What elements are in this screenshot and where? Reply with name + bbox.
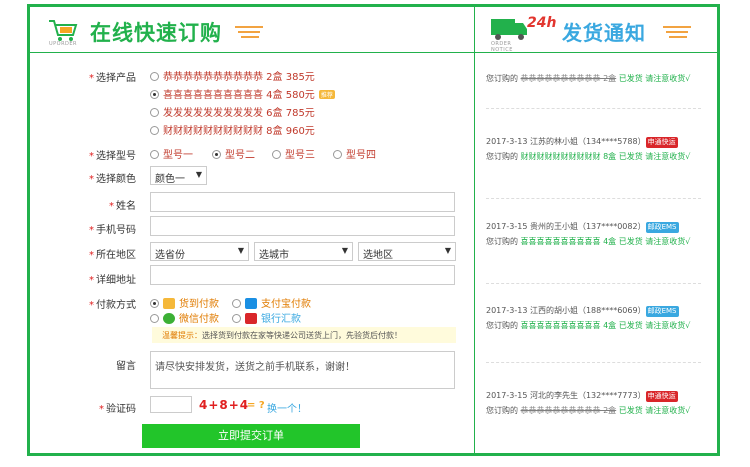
radio-checked-icon[interactable] bbox=[150, 90, 159, 99]
address-input[interactable] bbox=[150, 265, 455, 285]
radio-icon[interactable] bbox=[232, 314, 241, 323]
province-select[interactable]: 选省份 ▼ bbox=[150, 242, 249, 261]
radio-icon[interactable] bbox=[150, 108, 159, 117]
cash-icon bbox=[163, 298, 175, 309]
captcha-input[interactable] bbox=[150, 396, 192, 413]
unionpay-icon bbox=[245, 313, 257, 324]
payment-cod[interactable]: 货到付款 bbox=[150, 295, 219, 310]
product-label: * 选择产品 bbox=[89, 73, 136, 84]
color-select[interactable]: 颜色一 ▼ bbox=[150, 166, 207, 185]
radio-checked-icon[interactable] bbox=[150, 299, 159, 308]
feed-item-1: 您订购的 恭恭恭恭恭恭恭恭恭恭 2盒 已发货 请注意收货√ bbox=[486, 74, 691, 83]
24h-badge: 24h bbox=[527, 15, 557, 31]
model-option-3[interactable]: 型号三 bbox=[272, 146, 315, 161]
notice-title-decoration bbox=[663, 26, 691, 41]
model-option-1[interactable]: 型号一 bbox=[150, 146, 193, 161]
feed-item-5: 2017-3-15 河北的李先生（132****7773） 申通快运 您订购的 恭… bbox=[486, 391, 691, 415]
region-label: * 所在地区 bbox=[89, 250, 136, 261]
caret-down-icon: ▼ bbox=[237, 246, 244, 255]
feed-item-3: 2017-3-15 贵州的王小姐（137****0082） 邮政EMS 您订购的 … bbox=[486, 222, 691, 246]
alipay-icon bbox=[245, 298, 257, 309]
name-label: * 姓名 bbox=[109, 201, 136, 212]
title-decoration bbox=[235, 26, 263, 41]
feed-divider bbox=[486, 283, 701, 284]
model-option-4[interactable]: 型号四 bbox=[333, 146, 376, 161]
recommend-badge: 推荐 bbox=[318, 90, 335, 99]
radio-icon[interactable] bbox=[333, 150, 342, 159]
payment-tip: 温馨提示：选择货到付款在家等快递公司送货上门，先验货后付款！ bbox=[152, 327, 456, 343]
notice-header: 24h ORDER NOTICE 发货通知 bbox=[474, 7, 717, 53]
carrier-badge: 邮政EMS bbox=[645, 222, 679, 233]
message-textarea[interactable]: 请尽快安排发货，送货之前手机联系，谢谢！ bbox=[150, 351, 455, 389]
message-label: 留言 bbox=[116, 361, 136, 372]
radio-icon[interactable] bbox=[150, 72, 159, 81]
notice-logo-text: ORDER NOTICE bbox=[491, 41, 513, 53]
product-option-2[interactable]: 喜喜喜喜喜喜喜喜喜喜 4盒 580元 推荐 bbox=[150, 86, 335, 101]
order-title: 在线快速订购 bbox=[90, 21, 222, 45]
feed-divider bbox=[486, 198, 701, 199]
wechat-icon bbox=[163, 313, 175, 324]
order-header: UPORDER 在线快速订购 bbox=[30, 7, 474, 53]
logo-text: UPORDER bbox=[48, 41, 78, 47]
caret-down-icon: ▼ bbox=[444, 246, 451, 255]
feed-item-4: 2017-3-13 江西的胡小姐（188****6069） 邮政EMS 您订购的 … bbox=[486, 306, 691, 330]
model-label: * 选择型号 bbox=[89, 151, 136, 162]
payment-wechat[interactable]: 微信付款 bbox=[150, 310, 219, 325]
feed-divider bbox=[486, 362, 701, 363]
radio-icon[interactable] bbox=[150, 126, 159, 135]
model-option-2[interactable]: 型号二 bbox=[212, 146, 255, 161]
phone-input[interactable] bbox=[150, 216, 455, 236]
address-label: * 详细地址 bbox=[89, 275, 136, 286]
order-panel: UPORDER 在线快速订购 24h ORDER NOTICE 发货通知 * 选择… bbox=[27, 4, 720, 456]
radio-icon[interactable] bbox=[150, 150, 159, 159]
feed-item-2: 2017-3-13 江苏的林小姐（134****5788） 申通快运 您订购的 财… bbox=[486, 137, 691, 161]
captcha-expression: 4+8+4 bbox=[199, 398, 250, 412]
carrier-badge: 申通快运 bbox=[645, 137, 678, 148]
captcha-refresh-link[interactable]: 换一个！ bbox=[267, 400, 307, 415]
radio-checked-icon[interactable] bbox=[212, 150, 221, 159]
radio-icon[interactable] bbox=[232, 299, 241, 308]
caret-down-icon: ▼ bbox=[341, 246, 348, 255]
name-input[interactable] bbox=[150, 192, 455, 212]
product-option-4[interactable]: 财财财财财财财财财财 8盒 960元 bbox=[150, 122, 315, 137]
city-select[interactable]: 选城市 ▼ bbox=[254, 242, 353, 261]
payment-bank[interactable]: 银行汇款 bbox=[232, 310, 301, 325]
submit-order-button[interactable]: 立即提交订单 bbox=[142, 424, 360, 448]
product-option-1[interactable]: 恭恭恭恭恭恭恭恭恭恭 2盒 385元 bbox=[150, 68, 315, 83]
district-select[interactable]: 选地区 ▼ bbox=[358, 242, 456, 261]
radio-icon[interactable] bbox=[150, 314, 159, 323]
notice-title: 发货通知 bbox=[562, 21, 646, 45]
carrier-badge: 邮政EMS bbox=[645, 306, 679, 317]
phone-label: * 手机号码 bbox=[89, 225, 136, 236]
captcha-label: * 验证码 bbox=[99, 404, 136, 415]
captcha-question: = ? bbox=[247, 400, 265, 411]
column-divider bbox=[474, 53, 475, 453]
color-label: * 选择颜色 bbox=[89, 174, 136, 185]
carrier-badge: 申通快运 bbox=[645, 391, 678, 402]
payment-alipay[interactable]: 支付宝付款 bbox=[232, 295, 311, 310]
radio-icon[interactable] bbox=[272, 150, 281, 159]
product-option-3[interactable]: 发发发发发发发发发发 6盒 785元 bbox=[150, 104, 315, 119]
feed-divider bbox=[486, 108, 701, 109]
caret-down-icon: ▼ bbox=[195, 170, 202, 179]
payment-label: * 付款方式 bbox=[89, 300, 136, 311]
